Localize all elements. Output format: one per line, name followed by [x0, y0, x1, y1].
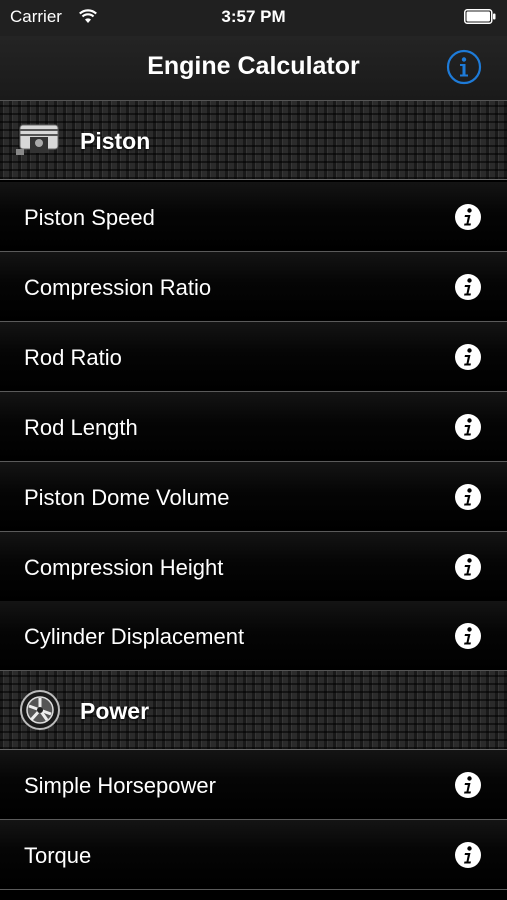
- list-item-cylinder-displacement[interactable]: Cylinder Displacement: [0, 601, 507, 671]
- list-item-label: Compression Ratio: [24, 275, 212, 300]
- list-item-piston-speed[interactable]: Piston Speed: [0, 182, 507, 252]
- status-bar: Carrier 3:57 PM: [0, 0, 507, 36]
- info-icon[interactable]: [454, 841, 482, 869]
- list-item-simple-horsepower[interactable]: Simple Horsepower: [0, 750, 507, 820]
- list-item-label: Compression Height: [24, 555, 224, 580]
- battery-icon: [464, 9, 496, 24]
- list-item-label: Rod Length: [24, 415, 138, 440]
- section-title-power: Power: [80, 698, 150, 724]
- section-header-piston: Piston: [0, 100, 507, 180]
- list-item-rod-length[interactable]: Rod Length: [0, 392, 507, 462]
- piston-icon: [16, 124, 59, 155]
- section-title-piston: Piston: [80, 128, 151, 154]
- nav-bar: Engine Calculator: [0, 36, 507, 100]
- list-item-label: Cylinder Displacement: [24, 624, 245, 649]
- list-item-piston-dome-volume[interactable]: Piston Dome Volume: [0, 462, 507, 532]
- list-item-compression-height[interactable]: Compression Height: [0, 532, 507, 602]
- list-item-label: Simple Horsepower: [24, 773, 216, 798]
- status-time: 3:57 PM: [221, 7, 286, 26]
- info-icon[interactable]: [454, 413, 482, 441]
- info-icon[interactable]: [446, 49, 482, 85]
- list-item-torque[interactable]: Torque: [0, 820, 507, 890]
- list-item-compression-ratio[interactable]: Compression Ratio: [0, 252, 507, 322]
- list-item-label: Piston Speed: [24, 205, 155, 230]
- info-icon[interactable]: [454, 771, 482, 799]
- page-title: Engine Calculator: [147, 52, 360, 80]
- info-icon[interactable]: [454, 553, 482, 581]
- info-icon[interactable]: [454, 203, 482, 231]
- info-icon[interactable]: [454, 343, 482, 371]
- info-icon[interactable]: [454, 622, 482, 650]
- list-item-label: Torque: [24, 843, 92, 868]
- info-icon[interactable]: [454, 483, 482, 511]
- list-item-label: Rod Ratio: [24, 345, 122, 370]
- list-item-label: Piston Dome Volume: [24, 485, 230, 510]
- list-item-rod-ratio[interactable]: Rod Ratio: [0, 322, 507, 392]
- info-icon[interactable]: [454, 273, 482, 301]
- wheel-icon: [20, 690, 60, 730]
- section-header-power: Power: [0, 670, 507, 750]
